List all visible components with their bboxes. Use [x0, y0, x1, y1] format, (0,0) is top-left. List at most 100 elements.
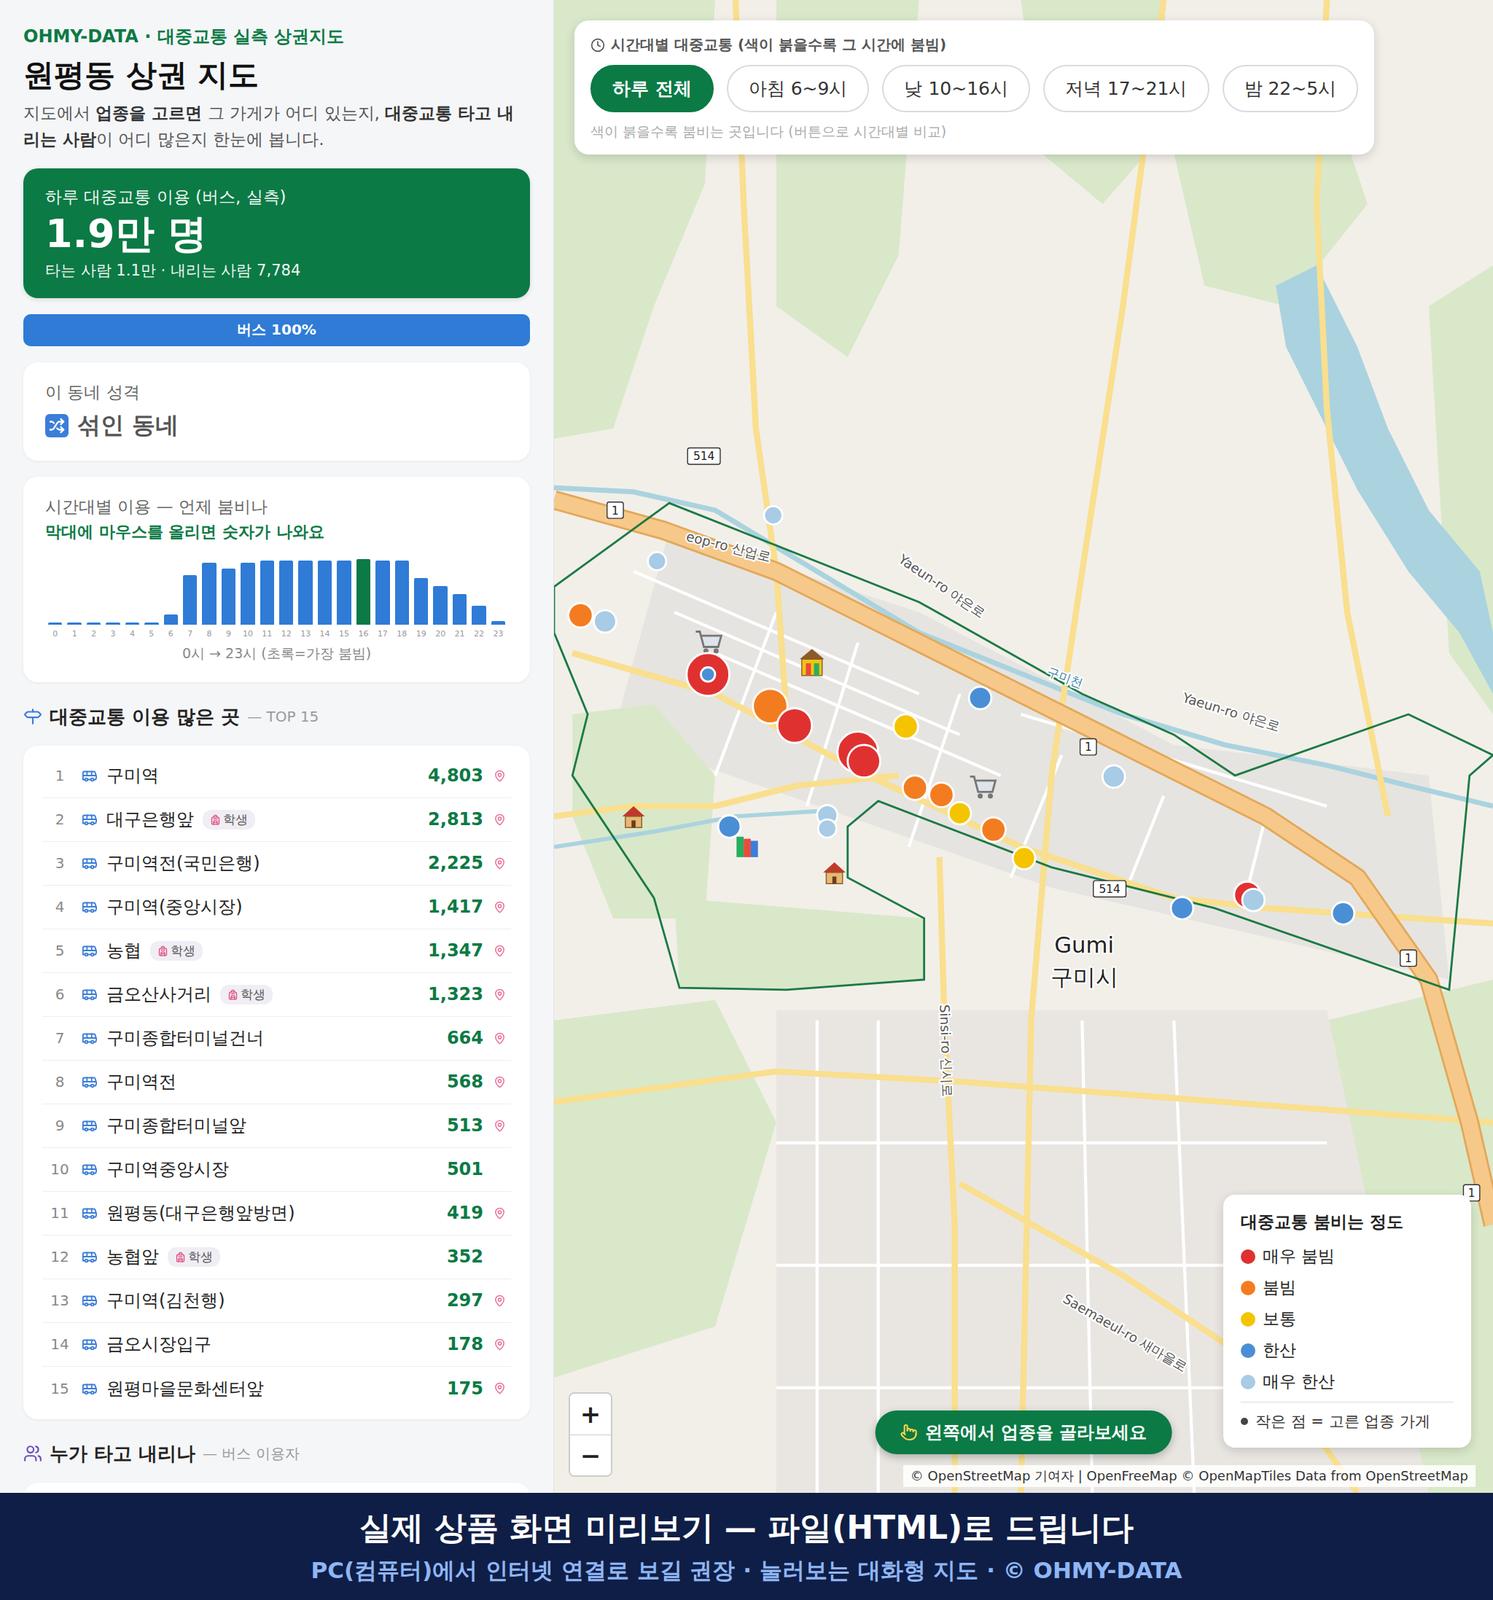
zoom-control: +−	[568, 1392, 613, 1477]
hour-bar[interactable]	[395, 560, 409, 625]
hour-bar[interactable]	[201, 562, 216, 625]
chart-tick: 9	[221, 629, 236, 639]
stop-row[interactable]: 1구미역4,803	[42, 754, 512, 799]
stop-marker[interactable]	[1242, 888, 1265, 912]
time-filter-button[interactable]: 하루 전체	[590, 64, 714, 113]
hour-bar[interactable]	[356, 559, 371, 625]
stop-marker[interactable]	[948, 801, 972, 825]
stop-marker[interactable]	[1102, 765, 1125, 789]
stop-marker[interactable]	[777, 708, 813, 744]
hour-bar[interactable]	[452, 594, 467, 625]
hour-bar[interactable]	[336, 560, 351, 625]
map-pin-icon[interactable]	[493, 813, 506, 826]
stop-marker[interactable]	[968, 686, 992, 710]
stop-marker[interactable]	[981, 817, 1007, 842]
stop-row[interactable]: 13구미역(김천행)297	[42, 1279, 512, 1324]
hour-bar[interactable]	[414, 578, 428, 625]
map[interactable]: eop-ro 산업로Yaeun-ro 야은로Yaeun-ro 야은로구미천Gum…	[554, 0, 1493, 1493]
hour-bar[interactable]	[491, 621, 506, 625]
stop-marker[interactable]	[1170, 896, 1194, 920]
stop-row[interactable]: 6금오산사거리학생1,323	[42, 973, 512, 1017]
hour-bar[interactable]	[164, 614, 178, 625]
stop-row[interactable]: 11원평동(대구은행앞방면)419	[42, 1191, 512, 1236]
stop-row[interactable]: 4구미역(중앙시장)1,417	[42, 885, 512, 930]
header: OHMY-DATA · 대중교통 실측 상권지도원평동 상권 지도지도에서 업종…	[23, 24, 530, 153]
stop-marker[interactable]	[929, 782, 955, 808]
hour-bar[interactable]	[144, 622, 159, 625]
stop-row[interactable]: 2대구은행앞학생2,813	[42, 798, 512, 842]
hour-bar[interactable]	[67, 622, 81, 625]
hour-bar[interactable]	[471, 605, 486, 625]
map-pin-icon[interactable]	[493, 1076, 506, 1089]
stop-name: 구미역(중앙시장)	[106, 895, 243, 919]
stop-row[interactable]: 15원평마을문화센터앞175	[42, 1366, 512, 1411]
stop-row[interactable]: 8구미역전568	[42, 1060, 512, 1105]
stop-marker[interactable]	[718, 815, 741, 838]
stop-marker[interactable]	[594, 610, 617, 633]
stop-marker[interactable]	[648, 551, 667, 571]
stop-name: 구미역전(국민은행)	[106, 851, 261, 875]
map-pin-icon[interactable]	[493, 1294, 506, 1308]
hour-bar[interactable]	[240, 562, 255, 625]
stop-marker[interactable]	[817, 819, 837, 838]
stop-name: 원평마을문화센터앞	[106, 1377, 264, 1401]
hour-bar[interactable]	[279, 560, 294, 625]
stop-row[interactable]: 7구미종합터미널건너664	[42, 1016, 512, 1061]
stop-marker[interactable]	[902, 775, 928, 801]
hour-bar[interactable]	[125, 622, 140, 625]
stop-count: 513	[446, 1115, 484, 1136]
map-pin-icon[interactable]	[493, 1119, 506, 1133]
stop-marker[interactable]	[847, 745, 881, 778]
stop-marker[interactable]	[700, 667, 716, 683]
svg-text:1: 1	[1084, 740, 1093, 754]
map-attribution[interactable]: © OpenStreetMap 기여자 | OpenFreeMap © Open…	[903, 1465, 1476, 1488]
time-filter-button[interactable]: 저녁 17~21시	[1043, 64, 1210, 113]
hour-bar[interactable]	[260, 560, 275, 625]
stop-rank: 12	[46, 1248, 73, 1266]
map-pin-icon[interactable]	[493, 901, 506, 914]
stop-marker[interactable]	[686, 653, 730, 697]
map-pin-icon[interactable]	[493, 1338, 506, 1351]
chart-tick: 17	[375, 629, 390, 639]
map-pin-icon[interactable]	[493, 1032, 506, 1045]
stop-marker[interactable]	[568, 602, 594, 628]
stop-marker[interactable]	[1012, 847, 1036, 870]
time-filter-button[interactable]: 밤 22~5시	[1222, 64, 1359, 113]
bus-icon	[81, 1161, 98, 1178]
stop-row[interactable]: 10구미역중앙시장501	[42, 1148, 512, 1192]
map-pin-icon[interactable]	[493, 1207, 506, 1220]
stop-marker[interactable]	[1331, 901, 1355, 925]
hour-bar[interactable]	[86, 622, 101, 625]
time-filter-button[interactable]: 아침 6~9시	[726, 64, 870, 113]
stop-row[interactable]: 3구미역전(국민은행)2,225	[42, 841, 512, 886]
hour-bar[interactable]	[105, 622, 120, 625]
stop-name: 금오산사거리	[106, 982, 212, 1007]
map-pin-icon[interactable]	[493, 944, 506, 958]
map-pin-icon[interactable]	[493, 988, 506, 1001]
zoom-in-button[interactable]: +	[570, 1393, 611, 1435]
stop-row[interactable]: 12농협앞학생352	[42, 1235, 512, 1280]
hour-bar[interactable]	[375, 560, 390, 625]
map-pin-icon[interactable]	[493, 1382, 506, 1395]
hour-bar[interactable]	[182, 575, 197, 625]
pin-slot	[492, 857, 507, 870]
choose-category-button[interactable]: 왼쪽에서 업종을 골라보세요	[875, 1410, 1173, 1455]
hour-bar[interactable]	[317, 560, 332, 625]
stop-row[interactable]: 9구미종합터미널앞513	[42, 1104, 512, 1149]
pin-slot	[492, 1076, 507, 1089]
hour-bar[interactable]	[298, 560, 313, 625]
time-filter-button[interactable]: 낮 10~16시	[882, 64, 1031, 113]
stop-marker[interactable]	[763, 505, 783, 525]
hour-bar[interactable]	[433, 586, 447, 625]
stop-row[interactable]: 5농협학생1,347	[42, 929, 512, 974]
stop-rank: 2	[46, 810, 73, 829]
bus-icon	[81, 1292, 98, 1309]
stop-row[interactable]: 14금오시장입구178	[42, 1323, 512, 1367]
hour-bar[interactable]	[48, 622, 62, 625]
zoom-out-button[interactable]: −	[570, 1434, 611, 1476]
map-pin-icon[interactable]	[493, 769, 506, 783]
map-pin-icon[interactable]	[493, 857, 506, 870]
stop-count: 2,813	[427, 809, 484, 830]
stop-marker[interactable]	[893, 714, 919, 740]
hour-bar[interactable]	[221, 568, 236, 625]
